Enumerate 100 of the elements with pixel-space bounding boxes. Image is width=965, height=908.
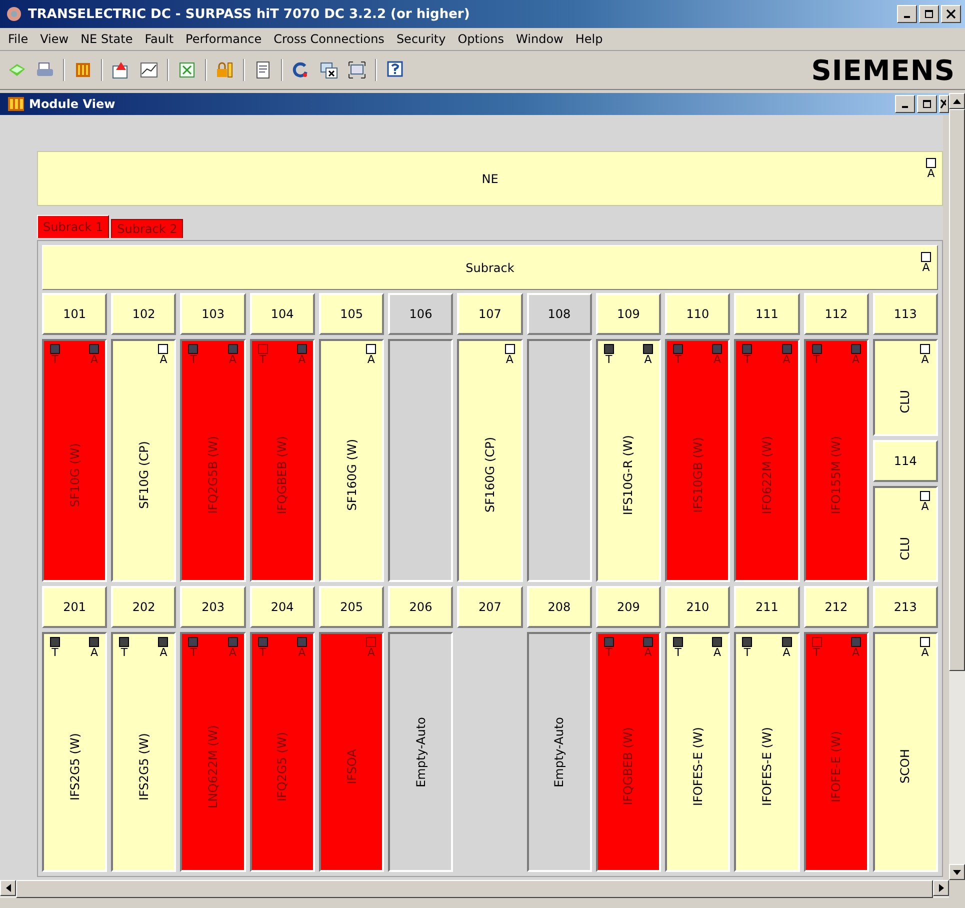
module-name: IFO622M (W) bbox=[760, 436, 774, 514]
indicator-label: T bbox=[813, 647, 820, 659]
module-card[interactable]: Empty-Auto bbox=[388, 632, 454, 872]
slot-number: 213 bbox=[872, 586, 938, 628]
indicator-label: A bbox=[921, 354, 929, 366]
menu-item[interactable]: Fault bbox=[138, 30, 180, 48]
module-name: SCOH bbox=[898, 749, 912, 784]
menu-item[interactable]: NE State bbox=[74, 30, 139, 48]
rack-icon[interactable] bbox=[73, 60, 93, 80]
module-card[interactable]: A SF160G (CP) bbox=[457, 339, 523, 582]
module-card[interactable]: T A IFS10G-R (W) bbox=[596, 339, 662, 582]
module-card[interactable]: A SF160G (W) bbox=[318, 339, 384, 582]
slot-number: 103 bbox=[180, 293, 246, 335]
indicator-label: A bbox=[90, 354, 98, 366]
indicator-label: A bbox=[90, 647, 98, 659]
slot-number: 207 bbox=[457, 586, 523, 628]
close-icon[interactable] bbox=[940, 99, 946, 109]
module-card[interactable]: A CLU bbox=[872, 486, 938, 582]
ne-bar[interactable]: NE A bbox=[37, 151, 943, 206]
indicator-label: T bbox=[52, 354, 58, 366]
module-card[interactable]: T A IFOFES-E (W) bbox=[734, 632, 800, 872]
menu-item[interactable]: Performance bbox=[180, 30, 268, 48]
module-name: SF10G (W) bbox=[68, 442, 82, 508]
module-name: Empty-Auto bbox=[552, 716, 566, 788]
module-name: IFSOA bbox=[344, 748, 359, 784]
module-name: SF10G (CP) bbox=[136, 441, 151, 509]
indicator-label: A bbox=[298, 354, 306, 366]
scroll-right-icon[interactable] bbox=[938, 884, 944, 892]
close-icon[interactable] bbox=[946, 9, 956, 19]
indicator-label: T bbox=[744, 354, 751, 366]
menu-item[interactable]: Cross Connections bbox=[268, 30, 390, 48]
close-windows-icon[interactable] bbox=[319, 60, 339, 80]
module-card[interactable] bbox=[388, 339, 454, 582]
module-card[interactable]: A SF10G (CP) bbox=[111, 339, 176, 582]
module-name: IFO155M (W) bbox=[829, 436, 844, 514]
spreadsheet-icon[interactable] bbox=[177, 60, 197, 80]
menu-item[interactable]: Options bbox=[452, 30, 510, 48]
module-name: Empty-Auto bbox=[414, 716, 428, 788]
indicator-label: A bbox=[228, 354, 236, 366]
scroll-left-icon[interactable] bbox=[6, 884, 10, 892]
module-name: IFQ2G5B (W) bbox=[206, 436, 220, 514]
slot-number: 105 bbox=[318, 293, 384, 335]
slot-number: 208 bbox=[526, 586, 592, 628]
module-card[interactable] bbox=[526, 339, 592, 582]
module-name: IFOFES-E (W) bbox=[690, 727, 705, 806]
indicator-label: T bbox=[52, 647, 58, 659]
menu-item[interactable]: File bbox=[2, 30, 34, 48]
slot-number: 107 bbox=[457, 293, 523, 335]
indicator-label: T bbox=[605, 354, 612, 366]
module-name: IFS10G-R (W) bbox=[621, 434, 636, 516]
indicator-label: T bbox=[120, 647, 128, 659]
indicator-label: T bbox=[674, 354, 682, 366]
menu-item[interactable]: View bbox=[34, 30, 75, 48]
rack-icon bbox=[8, 97, 24, 111]
slot-number: 110 bbox=[665, 293, 730, 335]
maximize-icon[interactable] bbox=[924, 9, 934, 19]
indicator-label: T bbox=[605, 647, 612, 659]
module-name: SF160G (W) bbox=[344, 439, 359, 511]
maximize-icon[interactable] bbox=[922, 99, 932, 109]
module-name: IFS2G5 (W) bbox=[68, 732, 82, 800]
indicator-label: T bbox=[190, 647, 197, 659]
slot-number: 114 bbox=[872, 440, 938, 482]
indicator-label: A bbox=[782, 647, 790, 659]
module-card[interactable]: Empty-Auto bbox=[526, 632, 592, 872]
panel-title: Module View bbox=[29, 97, 116, 111]
module-name: SF160G (CP) bbox=[482, 437, 497, 513]
lock-key-icon[interactable] bbox=[215, 60, 235, 80]
slot-number: 205 bbox=[318, 586, 384, 628]
scroll-up-icon[interactable] bbox=[953, 98, 961, 104]
indicator-label: A bbox=[160, 354, 168, 366]
indicator-label: A bbox=[228, 647, 236, 659]
slot-number: 109 bbox=[596, 293, 662, 335]
indicator-label: T bbox=[259, 647, 266, 659]
menu-item[interactable]: Security bbox=[390, 30, 452, 48]
app-icon bbox=[6, 6, 22, 22]
module-name: CLU bbox=[898, 390, 912, 414]
module-card[interactable]: T A IFS2G5 (W) bbox=[42, 632, 108, 872]
slot-number: 202 bbox=[111, 586, 176, 628]
module-card[interactable]: T A IFS2G5 (W) bbox=[111, 632, 176, 872]
screen-frame-icon[interactable] bbox=[347, 60, 367, 80]
chart-icon[interactable] bbox=[139, 60, 159, 80]
slot-number: 106 bbox=[388, 293, 454, 335]
module-name: IFS2G5 (W) bbox=[136, 732, 151, 800]
module-card[interactable]: T A IFOFES-E (W) bbox=[665, 632, 730, 872]
scroll-down-icon[interactable] bbox=[953, 870, 961, 874]
module-name: IFQGBEB (W) bbox=[621, 727, 636, 806]
help-icon[interactable] bbox=[385, 60, 405, 80]
slot-number: 113 bbox=[872, 293, 938, 335]
subrack-bar[interactable]: Subrack A bbox=[42, 245, 938, 290]
indicator-label: A bbox=[367, 647, 375, 659]
indicator-label: A bbox=[852, 647, 860, 659]
module-card[interactable]: A SCOH bbox=[872, 632, 938, 872]
indicator-label: A bbox=[921, 500, 929, 512]
indicator-label: A bbox=[927, 168, 935, 180]
menu-item[interactable]: Window bbox=[510, 30, 570, 48]
window-title: TRANSELECTRIC DC - SURPASS hiT 7070 DC 3.2.2 (or higher) bbox=[28, 6, 471, 22]
indicator-label: A bbox=[298, 647, 306, 659]
module-name: IFQ2G5 (W) bbox=[275, 732, 290, 802]
menu-item[interactable]: Help bbox=[569, 30, 609, 48]
module-card[interactable]: A CLU bbox=[872, 339, 938, 436]
